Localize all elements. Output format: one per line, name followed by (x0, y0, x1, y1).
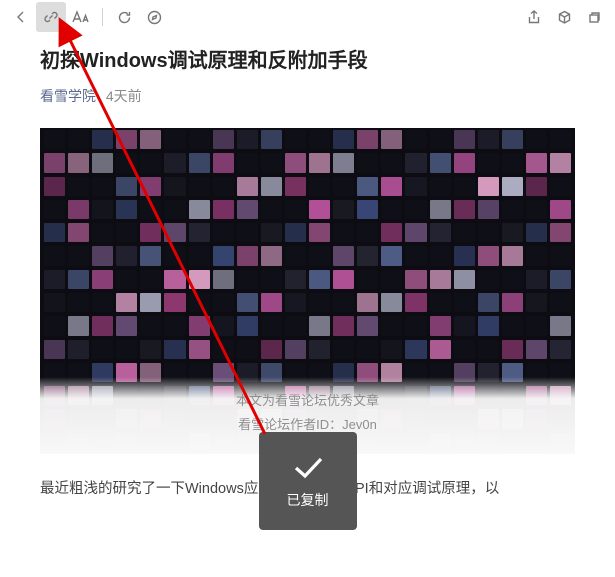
link-icon (43, 9, 59, 25)
refresh-icon (117, 10, 132, 25)
share-button[interactable] (519, 2, 549, 32)
more-button[interactable] (549, 2, 579, 32)
article-date: 4天前 (106, 88, 142, 104)
share-icon (527, 10, 541, 25)
copied-toast: 已复制 (259, 432, 357, 530)
popout-button[interactable] (579, 2, 609, 32)
chevron-left-icon (14, 10, 28, 24)
back-button[interactable] (6, 2, 36, 32)
caption-line-1: 本文为看雪论坛优秀文章 (40, 389, 575, 414)
hero-image-container: 本文为看雪论坛优秀文章 看雪论坛作者ID：Jev0n (40, 128, 575, 454)
article-author[interactable]: 看雪学院 (40, 88, 96, 104)
open-browser-button[interactable] (139, 2, 169, 32)
font-size-icon (72, 10, 90, 24)
refresh-button[interactable] (109, 2, 139, 32)
popout-icon (587, 10, 601, 24)
cube-icon (557, 10, 572, 25)
compass-icon (147, 10, 162, 25)
checkmark-icon (288, 452, 328, 482)
article-title: 初探Windows调试原理和反附加手段 (40, 46, 575, 76)
toolbar (0, 0, 615, 34)
article-meta: 看雪学院 4天前 (40, 86, 575, 106)
copy-link-button[interactable] (36, 2, 66, 32)
font-size-button[interactable] (66, 2, 96, 32)
toolbar-separator (102, 8, 103, 26)
toast-text: 已复制 (287, 490, 329, 510)
